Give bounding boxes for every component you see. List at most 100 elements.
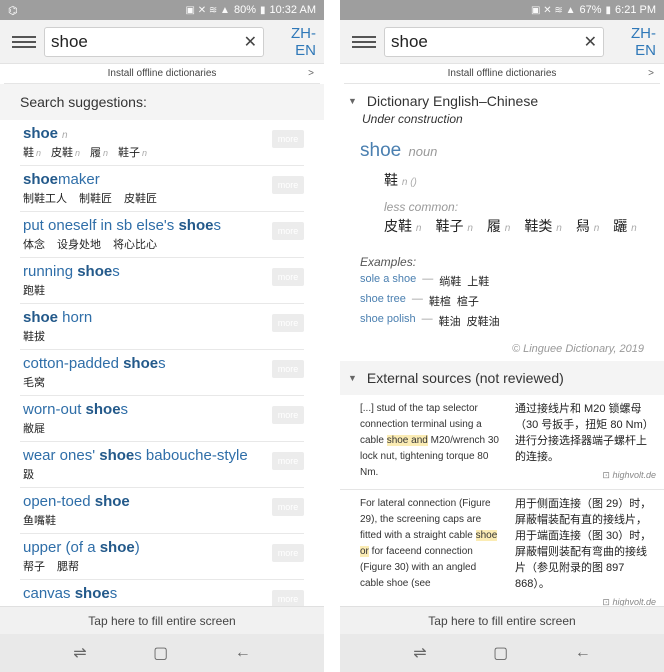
translation-word[interactable]: 皮鞋 n [51,145,80,161]
more-button[interactable]: more [272,268,304,286]
translation-word[interactable]: 履n [90,145,108,161]
more-button[interactable]: more [272,406,304,424]
translation-word[interactable]: 制鞋工人 [23,191,69,207]
suggestion-item[interactable]: running shoes 跑鞋 more [20,258,304,304]
example-zh: 鞋油 [438,316,461,328]
less-common-word[interactable]: 鞋子 n [435,216,472,239]
example-row[interactable]: shoe polish — 鞋油 皮鞋油 [360,313,664,329]
clock: 6:21 PM [615,4,656,16]
dictionary-subtitle: Under construction [362,112,463,126]
home-icon[interactable]: ▢ [153,643,168,663]
translation-word[interactable]: 鞋拔 [23,329,47,345]
example-en[interactable]: sole a shoe [360,273,416,289]
less-common-translations: 皮鞋 n 鞋子 n 履 n 鞋类 n 舄 n 躧 n [384,216,654,239]
language-toggle-button[interactable]: ZH-EN [272,25,316,59]
clock: 10:32 AM [269,4,316,16]
translation-word[interactable]: 体念 [23,237,47,253]
status-icons: ▣ ✕ ≋ ▲ [531,4,576,16]
hamburger-menu-icon[interactable] [352,35,376,48]
suggestion-item[interactable]: wear ones' shoes babouche-style 趿 more [20,442,304,488]
less-common-word[interactable]: 舄 n [576,216,599,239]
back-icon[interactable]: ← [575,644,591,662]
suggestion-item[interactable]: shoe n 鞋 n 皮鞋 n 履 n 鞋子 n more [20,120,304,166]
fill-screen-button[interactable]: Tap here to fill entire screen [0,606,324,634]
more-button[interactable]: more [272,176,304,194]
suggestion-term: open-toed shoe [23,493,130,510]
search-input[interactable] [51,31,240,52]
battery-icon: ▮ [605,4,612,16]
language-toggle-button[interactable]: ZH-EN [612,25,656,59]
fill-screen-button[interactable]: Tap here to fill entire screen [340,606,664,634]
suggestion-term: shoe n [23,125,68,142]
more-button[interactable]: more [272,452,304,470]
translation-word[interactable]: 帮子 [23,559,47,575]
more-button[interactable]: more [272,130,304,148]
headword-text: shoe [360,140,402,161]
suggestion-term: running shoes [23,263,120,280]
suggestion-term: worn-out shoes [23,401,129,418]
search-input[interactable] [391,31,580,52]
clear-icon[interactable]: ✕ [244,32,257,52]
less-common-word[interactable]: 皮鞋 n [384,216,421,239]
suggestion-translations: 敝屣 [23,421,243,437]
translation-word[interactable]: 皮鞋匠 [124,191,159,207]
less-common-label: less common: [384,200,459,214]
more-button[interactable]: more [272,314,304,332]
external-source-zh: 通过接线片和 M20 锁螺母（30 号扳手，扭矩 80 Nm）进行分接选择器端子… [505,401,656,483]
translation-word[interactable]: 敝屣 [23,421,47,437]
chevron-right-icon: > [648,68,654,79]
example-en[interactable]: shoe polish [360,313,416,329]
suggestion-term: canvas shoes [23,585,118,602]
examples-list: sole a shoe — 绱鞋 上鞋 shoe tree — 鞋楦 楦子 shoe polis… [360,273,664,329]
recent-apps-icon[interactable]: ⇌ [73,643,86,663]
main-translation[interactable]: 鞋 n () [384,170,664,190]
translation-word[interactable]: 腮帮 [57,559,81,575]
suggestion-item[interactable]: shoemaker 制鞋工人 制鞋匠 皮鞋匠 more [20,166,304,212]
translation-word[interactable]: 将心比心 [113,237,159,253]
more-button[interactable]: more [272,544,304,562]
translation-word[interactable]: 鱼嘴鞋 [23,513,58,529]
back-icon[interactable]: ← [235,644,251,662]
example-zh: 皮鞋油 [466,316,500,328]
home-icon[interactable]: ▢ [493,643,508,663]
translation-word[interactable]: 制鞋匠 [79,191,114,207]
example-row[interactable]: sole a shoe — 绱鞋 上鞋 [360,273,664,289]
clear-icon[interactable]: ✕ [584,32,597,52]
install-offline-banner[interactable]: Install offline dictionaries > [4,64,320,84]
hamburger-menu-icon[interactable] [12,35,36,48]
search-box[interactable]: ✕ [44,26,264,57]
translation-word[interactable]: 设身处地 [57,237,103,253]
suggestion-term: put oneself in sb else's shoes [23,217,221,234]
install-offline-banner[interactable]: Install offline dictionaries > [344,64,660,84]
less-common-word[interactable]: 履 n [487,216,510,239]
suggestion-item[interactable]: open-toed shoe 鱼嘴鞋 more [20,488,304,534]
translation-word[interactable]: 趿 [23,467,36,483]
suggestion-translations: 鞋 n 皮鞋 n 履 n 鞋子 n [23,145,243,161]
example-en[interactable]: shoe tree [360,293,406,309]
nav-bar: ⇌ ▢ ← [340,634,664,672]
suggestion-item[interactable]: worn-out shoes 敝屣 more [20,396,304,442]
translation-word[interactable]: 鞋n [23,145,41,161]
suggestion-item[interactable]: cotton-padded shoes 毛窝 more [20,350,304,396]
suggestion-term: shoemaker [23,171,100,188]
search-box[interactable]: ✕ [384,26,604,57]
suggestion-item[interactable]: put oneself in sb else's shoes 体念 设身处地 将心比心… [20,212,304,258]
translation-word[interactable]: 鞋子 n [118,145,147,161]
external-sources-header[interactable]: ▼ External sources (not reviewed) [340,361,664,395]
external-sources-list: [...] stud of the tap selector connectio… [340,395,664,617]
more-button[interactable]: more [272,498,304,516]
suggestion-item[interactable]: upper (of a shoe) 帮子 腮帮 more [20,534,304,580]
recent-apps-icon[interactable]: ⇌ [413,643,426,663]
suggestion-translations: 跑鞋 [23,283,243,299]
translation-word[interactable]: 跑鞋 [23,283,47,299]
example-row[interactable]: shoe tree — 鞋楦 楦子 [360,293,664,309]
less-common-word[interactable]: 躧 n [613,216,636,239]
more-button[interactable]: more [272,360,304,378]
translation-word[interactable]: 毛窝 [23,375,47,391]
source-link[interactable]: ⊡ highvolt.de [515,467,656,483]
external-source-zh: 用于侧面连接（图 29）时，屏蔽帽装配有直的接线片，用于端面连接（图 30）时，… [505,496,656,610]
status-bar: ▣ ✕ ≋ ▲ 67% ▮ 6:21 PM [340,0,664,20]
more-button[interactable]: more [272,222,304,240]
less-common-word[interactable]: 鞋类 n [524,216,561,239]
suggestion-item[interactable]: shoe horn 鞋拔 more [20,304,304,350]
